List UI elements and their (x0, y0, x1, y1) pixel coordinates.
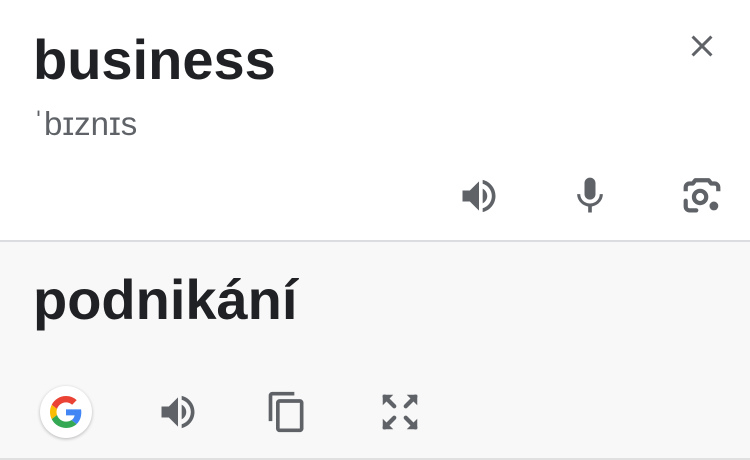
translation-panel: podnikání (0, 242, 750, 458)
close-icon (691, 35, 713, 57)
close-button[interactable] (678, 22, 726, 70)
translation-listen-button[interactable] (150, 384, 206, 440)
copy-icon (268, 391, 304, 433)
microphone-icon (577, 177, 603, 213)
lens-camera-icon (683, 178, 721, 213)
source-text[interactable]: business (33, 28, 276, 92)
camera-translate-button[interactable] (676, 170, 728, 222)
source-listen-button[interactable] (453, 170, 505, 222)
fullscreen-button[interactable] (372, 384, 428, 440)
source-panel: business ˈbɪznɪs (0, 0, 750, 240)
fullscreen-icon (382, 394, 418, 430)
google-search-button[interactable] (40, 386, 92, 438)
translated-text[interactable]: podnikání (33, 268, 297, 332)
google-logo-icon (50, 396, 82, 428)
phonetic-transcription: ˈbɪznɪs (33, 105, 138, 142)
speaker-icon (462, 179, 496, 213)
voice-input-button[interactable] (564, 170, 616, 222)
copy-translation-button[interactable] (259, 384, 315, 440)
speaker-icon (161, 395, 195, 429)
